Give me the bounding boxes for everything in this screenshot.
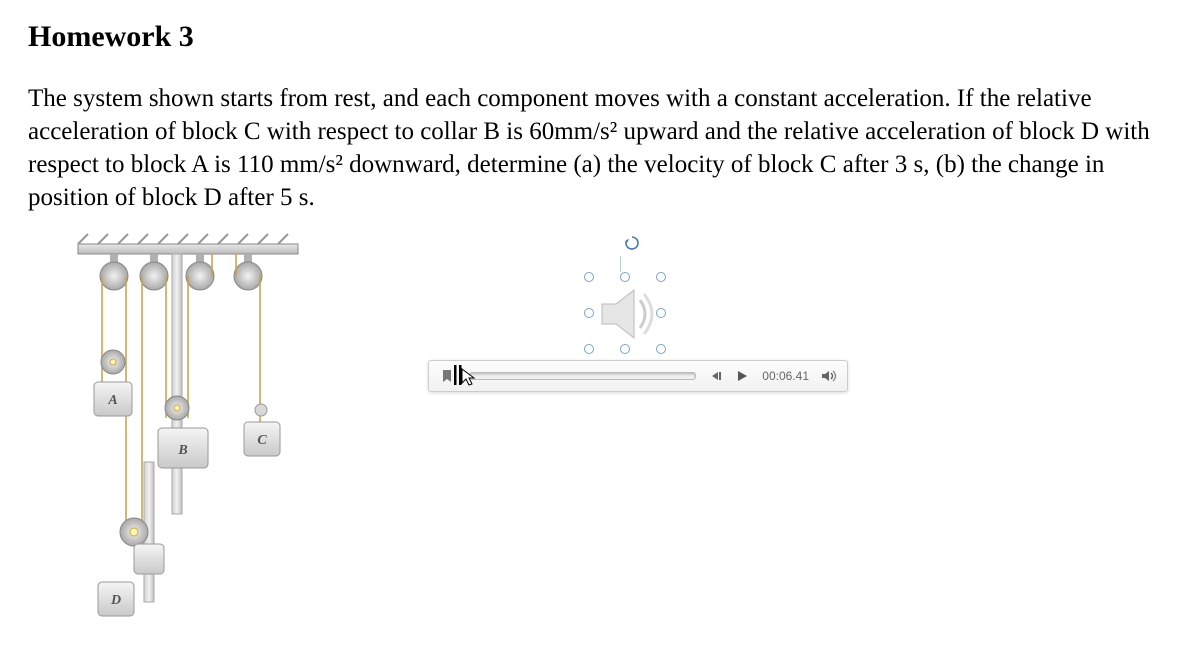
audio-object[interactable] [588, 276, 664, 352]
time-display: 00:06.41 [762, 369, 809, 383]
speaker-icon [588, 276, 664, 352]
pulley-diagram: A B C D [58, 232, 318, 632]
label-c: C [257, 433, 267, 448]
page-title: Homework 3 [28, 20, 1172, 54]
media-area: 00:06.41 [428, 242, 848, 274]
play-button[interactable] [734, 368, 750, 384]
label-d: D [110, 593, 121, 608]
seek-track[interactable] [469, 372, 696, 380]
audio-player: 00:06.41 [428, 360, 848, 392]
rotate-handle-icon[interactable] [623, 234, 641, 257]
problem-statement: The system shown starts from rest, and e… [28, 82, 1168, 214]
label-a: A [107, 393, 117, 408]
bookmark-icon[interactable] [439, 368, 455, 384]
content-row: A B C D [28, 232, 1172, 632]
rewind-button[interactable] [710, 368, 726, 384]
volume-icon[interactable] [821, 368, 837, 384]
label-b: B [177, 443, 187, 458]
